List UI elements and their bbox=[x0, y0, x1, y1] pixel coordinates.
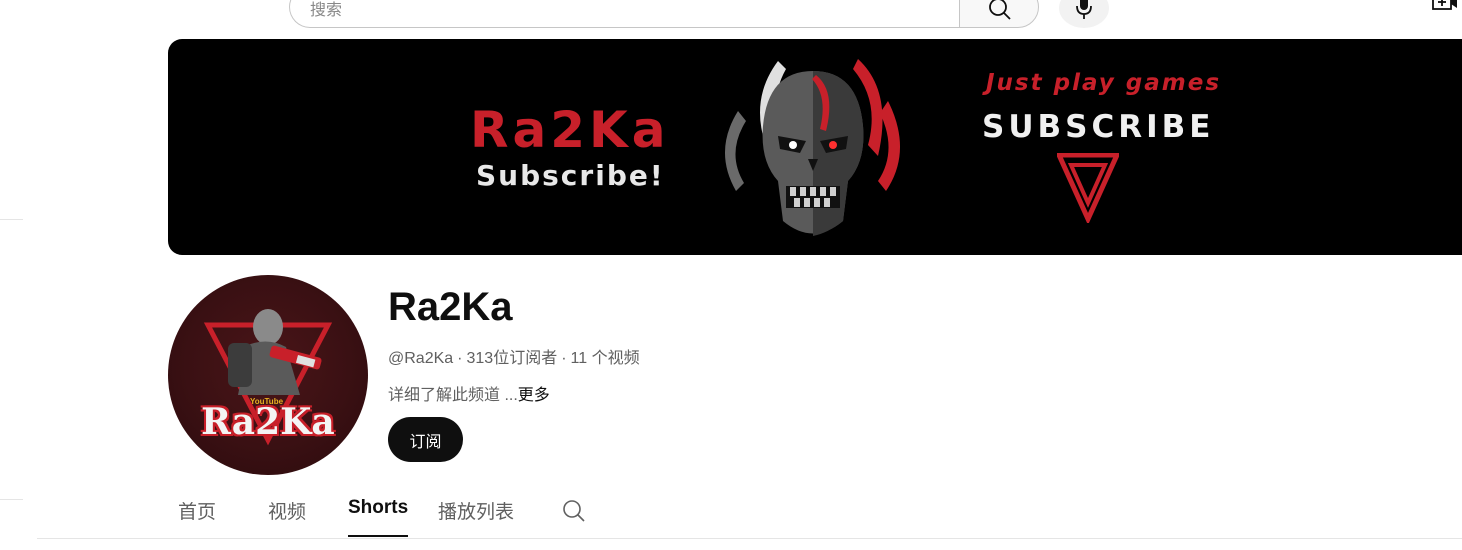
sidebar-divider bbox=[0, 499, 23, 500]
meta-separator: · bbox=[561, 350, 567, 367]
channel-banner: Ra2Ka Subscribe! Just play games SUBSCRI… bbox=[168, 39, 1462, 255]
voice-search-button[interactable] bbox=[1059, 0, 1109, 28]
meta-separator: · bbox=[457, 350, 463, 367]
video-count: 11 个视频 bbox=[570, 350, 640, 367]
banner-subscribe-text: Subscribe! bbox=[476, 159, 665, 192]
channel-handle[interactable]: @Ra2Ka bbox=[388, 350, 453, 367]
tabs-divider bbox=[37, 538, 1462, 539]
description-text: 详细了解此频道 ... bbox=[388, 387, 518, 404]
search-icon bbox=[989, 0, 1011, 20]
active-tab-indicator bbox=[348, 535, 408, 537]
tab-home[interactable]: 首页 bbox=[178, 497, 216, 524]
triangle-logo-icon bbox=[1057, 153, 1119, 223]
channel-name: Ra2Ka bbox=[388, 285, 513, 329]
avatar-emblem-icon bbox=[203, 309, 333, 446]
microphone-icon bbox=[1076, 0, 1092, 19]
banner-tagline: Just play games bbox=[986, 70, 1222, 96]
tab-playlists[interactable]: 播放列表 bbox=[438, 497, 514, 524]
channel-meta: @Ra2Ka · 313位订阅者 · 11 个视频 bbox=[388, 344, 640, 368]
search-button[interactable] bbox=[959, 0, 1039, 28]
avatar-logo-text: Ra2Ka bbox=[201, 401, 335, 443]
search-icon bbox=[563, 500, 585, 522]
skull-logo-icon bbox=[724, 59, 901, 236]
channel-search-button[interactable] bbox=[561, 498, 587, 529]
tab-shorts[interactable]: Shorts bbox=[348, 497, 408, 519]
search-input[interactable] bbox=[289, 0, 959, 28]
banner-subscribe-heading: SUBSCRIBE bbox=[982, 109, 1215, 145]
banner-channel-name: Ra2Ka bbox=[470, 101, 670, 159]
subscriber-count: 313位订阅者 bbox=[466, 350, 558, 367]
more-link[interactable]: 更多 bbox=[518, 387, 550, 404]
subscribe-button[interactable]: 订阅 bbox=[388, 417, 463, 462]
channel-avatar[interactable]: YouTube Ra2Ka bbox=[168, 275, 368, 475]
create-video-icon[interactable] bbox=[1432, 0, 1458, 21]
tab-videos[interactable]: 视频 bbox=[268, 497, 306, 524]
search-placeholder: 搜索 bbox=[310, 2, 343, 19]
sidebar-divider bbox=[0, 219, 23, 220]
channel-description[interactable]: 详细了解此频道 ...更多 bbox=[388, 381, 550, 405]
